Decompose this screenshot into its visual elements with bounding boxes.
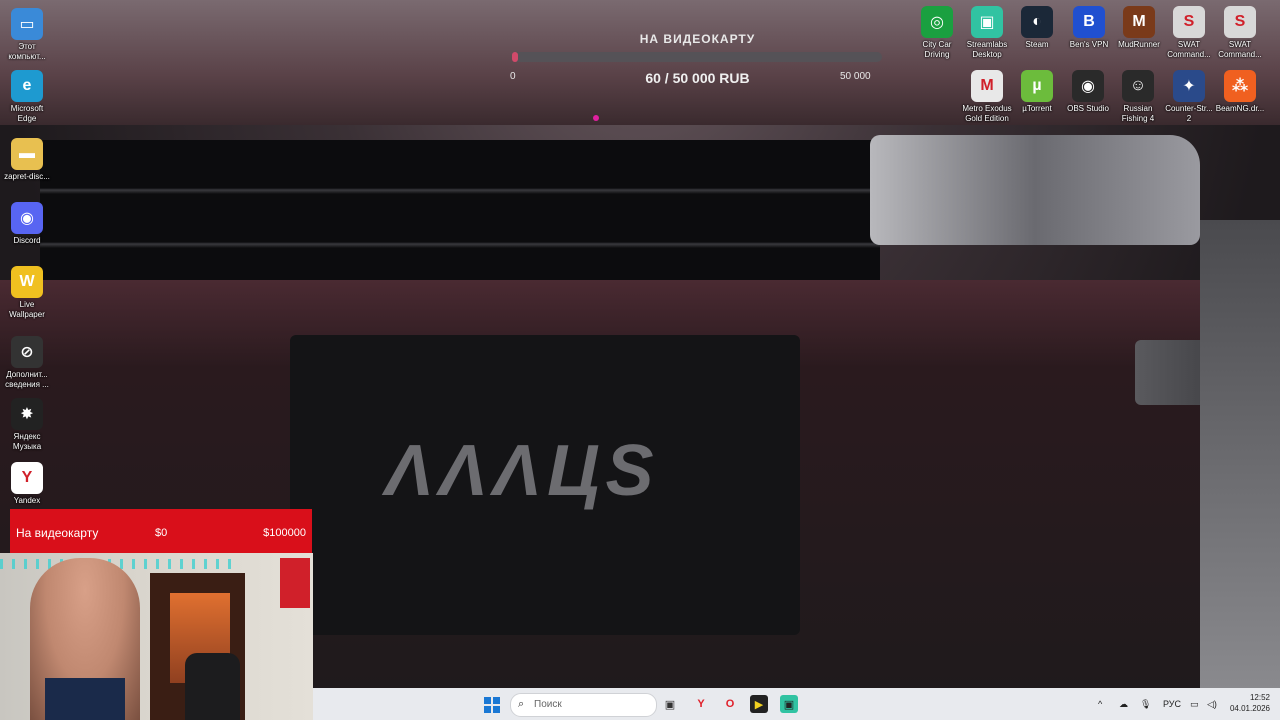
cloud-icon[interactable]: ☁: [1119, 699, 1128, 710]
yandex-browser-icon[interactable]: Y: [692, 695, 710, 713]
streamlabs-icon: ▣: [971, 6, 1003, 38]
desktop-shortcut[interactable]: Y Yandex: [1, 462, 53, 506]
plate-logo: ΛΛΛЦS: [385, 431, 660, 511]
yandex-music-icon: ✸: [11, 398, 43, 430]
streamer-shorts: [45, 678, 125, 720]
donation-goal-current: $0: [155, 527, 168, 539]
extra-info-icon: ⊘: [11, 336, 43, 368]
streamlabs-taskbar-icon[interactable]: ▣: [780, 695, 798, 713]
shortcut-label: Steam: [1025, 40, 1049, 49]
obs-icon: ◉: [1072, 70, 1104, 102]
goal-amount: 60 / 50 000 RUB: [645, 70, 750, 86]
taskbar-search[interactable]: ⌕ Поиск: [510, 693, 657, 717]
taskbar-clock[interactable]: 12:52 04.01.2026: [1226, 692, 1270, 714]
bens-vpn-icon: B: [1073, 6, 1105, 38]
steam-icon: ◐: [1021, 6, 1053, 38]
shortcut-label: Discord: [13, 236, 41, 245]
car-headlight: [870, 135, 1200, 245]
task-view-icon[interactable]: ▣: [661, 695, 679, 713]
desktop-shortcut[interactable]: ◎ City Car Driving: [911, 6, 963, 60]
shortcut-label: BeamNG.dr...: [1215, 104, 1265, 113]
shortcut-label: Streamlabs Desktop: [966, 40, 1008, 59]
desktop-shortcut[interactable]: M Metro Exodus Gold Edition: [961, 70, 1013, 124]
desktop-shortcut[interactable]: ▣ Streamlabs Desktop: [961, 6, 1013, 60]
search-icon: ⌕: [518, 698, 525, 710]
metro-exodus-icon: M: [971, 70, 1003, 102]
desktop-shortcut[interactable]: B Ben's VPN: [1063, 6, 1115, 50]
shortcut-label: Ben's VPN: [1069, 40, 1109, 49]
swat-icon-1: S: [1173, 6, 1205, 38]
shortcut-label: zapret-disc...: [4, 172, 50, 181]
shortcut-label: Microsoft Edge: [10, 104, 44, 123]
shortcut-label: MudRunner: [1118, 40, 1160, 49]
tray-chevron-icon[interactable]: ^: [1098, 699, 1102, 709]
desktop-shortcut[interactable]: ◉ Discord: [1, 202, 53, 246]
desktop-shortcut[interactable]: ✸ Яндекс Музыка: [1, 398, 53, 452]
opera-icon[interactable]: O: [721, 695, 739, 713]
terminal-app-icon[interactable]: ▶: [750, 695, 768, 713]
desktop-shortcut[interactable]: µ µTorrent: [1011, 70, 1063, 114]
shortcut-label: µTorrent: [1022, 104, 1052, 113]
desktop-shortcut[interactable]: M MudRunner: [1113, 6, 1165, 50]
desktop-shortcut[interactable]: S SWAT Command...: [1214, 6, 1266, 60]
volume-icon[interactable]: ◁): [1207, 699, 1217, 710]
utorrent-icon: µ: [1021, 70, 1053, 102]
counter-strike-icon: ✦: [1173, 70, 1205, 102]
donation-goal-label: На видеокарту: [16, 526, 99, 540]
desktop-shortcut[interactable]: ⁂ BeamNG.dr...: [1214, 70, 1266, 114]
wall-flag: [280, 558, 310, 608]
shortcut-label: Counter-Str... 2: [1165, 104, 1213, 123]
shortcut-label: OBS Studio: [1067, 104, 1109, 113]
goal-progress-bar: [512, 52, 882, 62]
search-placeholder: Поиск: [534, 699, 562, 710]
goal-title: НА ВИДЕОКАРТУ: [639, 32, 756, 46]
desktop-shortcut[interactable]: ◐ Steam: [1011, 6, 1063, 50]
desktop-shortcut[interactable]: S SWAT Command...: [1163, 6, 1215, 60]
mudrunner-icon: M: [1123, 6, 1155, 38]
shortcut-label: Live Wallpaper: [9, 300, 45, 319]
desktop-shortcut[interactable]: e Microsoft Edge: [1, 70, 53, 124]
language-indicator[interactable]: РУС: [1163, 699, 1181, 709]
display-icon[interactable]: ▭: [1190, 699, 1199, 710]
shortcut-label: SWAT Command...: [1167, 40, 1211, 59]
webcam-overlay: [0, 553, 313, 720]
beamng-icon: ⁂: [1224, 70, 1256, 102]
edge-icon: e: [11, 70, 43, 102]
clock-time: 12:52: [1249, 693, 1270, 702]
swat-icon-2: S: [1224, 6, 1256, 38]
live-wallpaper-icon: W: [11, 266, 43, 298]
desktop-shortcut[interactable]: ◉ OBS Studio: [1062, 70, 1114, 114]
shortcut-label: Этот компьют...: [8, 42, 46, 61]
shortcut-label: Яндекс Музыка: [12, 432, 42, 451]
car-grille: [40, 140, 880, 280]
shortcut-label: Russian Fishing 4: [1121, 104, 1155, 123]
gaming-chair: [185, 653, 240, 720]
goal-progress-fill: [512, 52, 518, 62]
donation-goal-bar: На видеокарту $0 $100000: [10, 509, 312, 553]
yandex-icon: Y: [11, 462, 43, 494]
background-ground: [1200, 220, 1280, 690]
microphone-icon[interactable]: 🎙: [1140, 699, 1151, 710]
shortcut-label: Metro Exodus Gold Edition: [962, 104, 1012, 123]
folder-icon: ▬: [11, 138, 43, 170]
desktop-shortcut[interactable]: ▬ zapret-disc...: [1, 138, 53, 182]
shortcut-label: Дополнит... сведения ...: [5, 370, 49, 389]
start-button[interactable]: [484, 697, 500, 713]
discord-icon: ◉: [11, 202, 43, 234]
desktop-shortcut[interactable]: ☺ Russian Fishing 4: [1112, 70, 1164, 124]
donation-goal-target: $100000: [263, 527, 306, 539]
clock-date: 04.01.2026: [1229, 704, 1270, 713]
shortcut-label: Yandex: [13, 496, 41, 505]
russian-fishing-icon: ☺: [1122, 70, 1154, 102]
desktop-shortcut[interactable]: ▭ Этот компьют...: [1, 8, 53, 62]
mouse-cursor: [593, 115, 599, 121]
this-pc-icon: ▭: [11, 8, 43, 40]
city-car-driving-icon: ◎: [921, 6, 953, 38]
shortcut-label: SWAT Command...: [1218, 40, 1262, 59]
desktop-shortcut[interactable]: ✦ Counter-Str... 2: [1163, 70, 1215, 124]
shortcut-label: City Car Driving: [922, 40, 952, 59]
desktop-shortcut[interactable]: W Live Wallpaper: [1, 266, 53, 320]
desktop-shortcut[interactable]: ⊘ Дополнит... сведения ...: [1, 336, 53, 390]
